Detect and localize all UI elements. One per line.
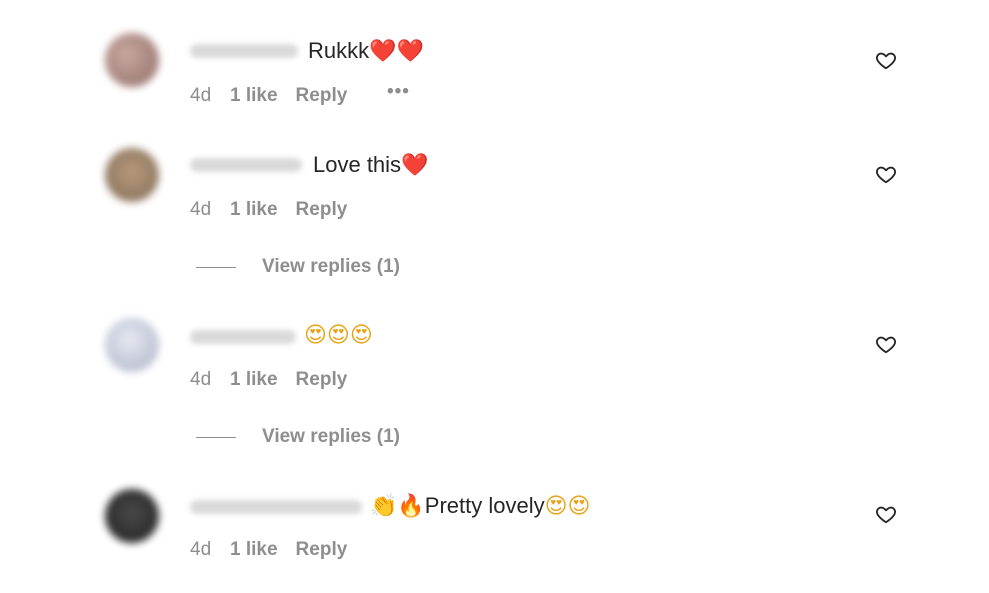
comment-text: Rukkk❤️❤️ (308, 38, 424, 65)
comment-body: Rukkk (308, 38, 370, 63)
reply-button[interactable]: Reply (296, 199, 348, 221)
view-replies-label: View replies (1) (262, 256, 400, 277)
comment-emoji: ❤️ (401, 153, 429, 178)
comment-likes[interactable]: 1 like (230, 199, 278, 221)
avatar[interactable] (105, 148, 159, 202)
avatar[interactable] (105, 489, 159, 543)
reply-button[interactable]: Reply (296, 85, 348, 107)
comment-likes[interactable]: 1 like (230, 539, 278, 561)
comment-emoji: 😍😍😍 (304, 323, 373, 348)
comment-body: Pretty lovely (424, 493, 545, 518)
divider-line (196, 436, 236, 438)
view-replies-button[interactable]: View replies (1) (196, 426, 400, 450)
divider-line (196, 266, 236, 268)
heart-outline-icon[interactable] (875, 503, 897, 525)
comment-emoji: ❤️❤️ (369, 39, 424, 64)
username-blurred[interactable] (190, 500, 362, 514)
username-blurred[interactable] (190, 158, 302, 172)
username-blurred[interactable] (190, 44, 298, 58)
comment-text: 😍😍😍 (304, 322, 373, 349)
comment-text: 👏🔥Pretty lovely😍😍 (370, 493, 591, 520)
comment-age: 4d (190, 539, 212, 560)
reply-button[interactable]: Reply (296, 369, 348, 391)
comment-meta: 4d 1 like Reply (190, 199, 347, 221)
comment-age: 4d (190, 369, 212, 390)
comment-meta: 4d 1 like Reply (190, 539, 347, 561)
avatar[interactable] (105, 33, 159, 87)
comment-meta: 4d 1 like Reply ••• (190, 81, 409, 107)
comment-body: Love this (313, 152, 402, 177)
avatar[interactable] (105, 318, 159, 372)
comment-emoji: 😍😍 (544, 494, 591, 519)
heart-outline-icon[interactable] (875, 163, 897, 185)
more-options-icon[interactable]: ••• (387, 81, 410, 103)
view-replies-button[interactable]: View replies (1) (196, 256, 400, 280)
comment-text: Love this❤️ (313, 152, 428, 179)
comment-age: 4d (190, 199, 212, 220)
comment-emoji-prefix: 👏🔥 (370, 494, 425, 519)
comment-meta: 4d 1 like Reply (190, 369, 347, 391)
comment-age: 4d (190, 85, 212, 106)
username-blurred[interactable] (190, 330, 296, 344)
heart-outline-icon[interactable] (875, 333, 897, 355)
view-replies-label: View replies (1) (262, 426, 400, 447)
reply-button[interactable]: Reply (296, 539, 348, 561)
heart-outline-icon[interactable] (875, 49, 897, 71)
comment-likes[interactable]: 1 like (230, 85, 278, 107)
comment-likes[interactable]: 1 like (230, 369, 278, 391)
